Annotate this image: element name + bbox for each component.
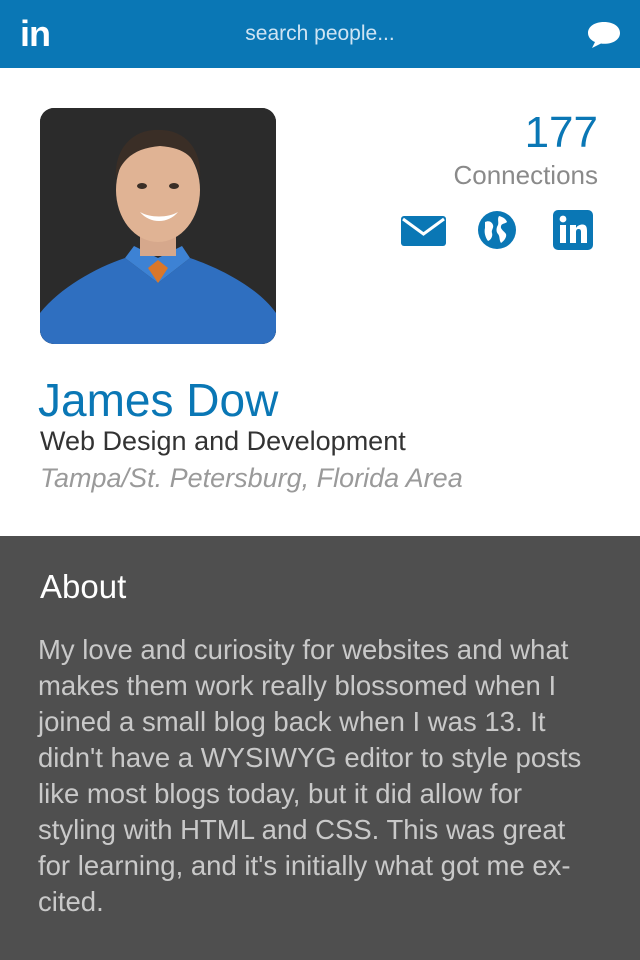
about-section: About My love and curiosity for websites… <box>0 536 640 960</box>
top-bar: in <box>0 0 640 68</box>
linkedin-logo[interactable]: in <box>20 14 51 54</box>
linkedin-icon[interactable] <box>553 210 593 250</box>
profile-photo <box>40 108 276 344</box>
profile-name: James Dow <box>38 374 279 426</box>
about-text: My love and curiosity for websites and w… <box>38 634 582 917</box>
chat-bubble-icon[interactable] <box>586 20 622 50</box>
profile-card: 177 Connections James Dow Web Design and… <box>0 68 640 536</box>
envelope-icon[interactable] <box>400 210 447 250</box>
profile-location: Tampa/St. Petersburg, Florida Area <box>40 463 463 493</box>
about-title: About <box>40 568 127 605</box>
connections-label: Connections <box>453 160 598 190</box>
connections-count[interactable]: 177 <box>525 108 598 158</box>
globe-icon[interactable] <box>477 210 517 250</box>
search-input[interactable] <box>180 19 460 49</box>
profile-headline: Web Design and Development <box>40 426 406 456</box>
avatar <box>40 108 276 344</box>
